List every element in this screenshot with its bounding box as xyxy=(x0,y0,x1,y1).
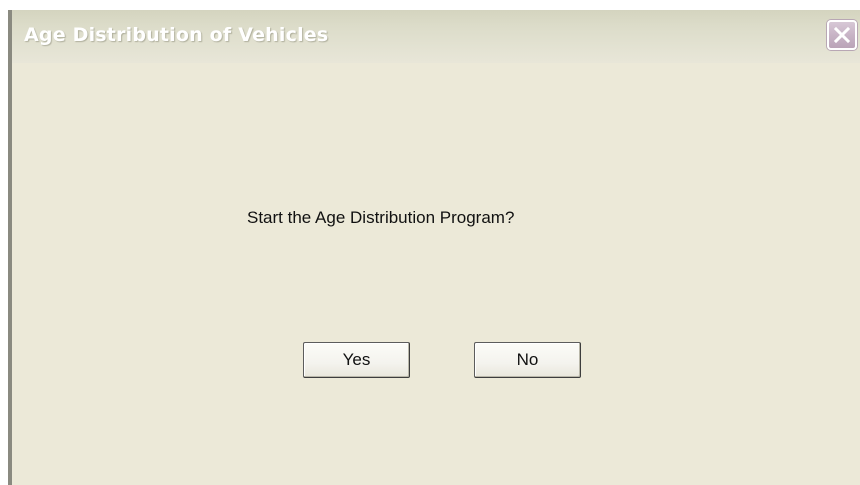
title-bar[interactable]: Age Distribution of Vehicles xyxy=(12,10,860,63)
no-button[interactable]: No xyxy=(474,342,581,378)
close-button[interactable] xyxy=(827,20,857,50)
yes-button[interactable]: Yes xyxy=(303,342,410,378)
close-icon xyxy=(833,26,851,44)
window-title: Age Distribution of Vehicles xyxy=(24,24,329,46)
dialog-message: Start the Age Distribution Program? xyxy=(247,208,515,227)
dialog-window: Age Distribution of Vehicles Start the A… xyxy=(8,10,860,485)
